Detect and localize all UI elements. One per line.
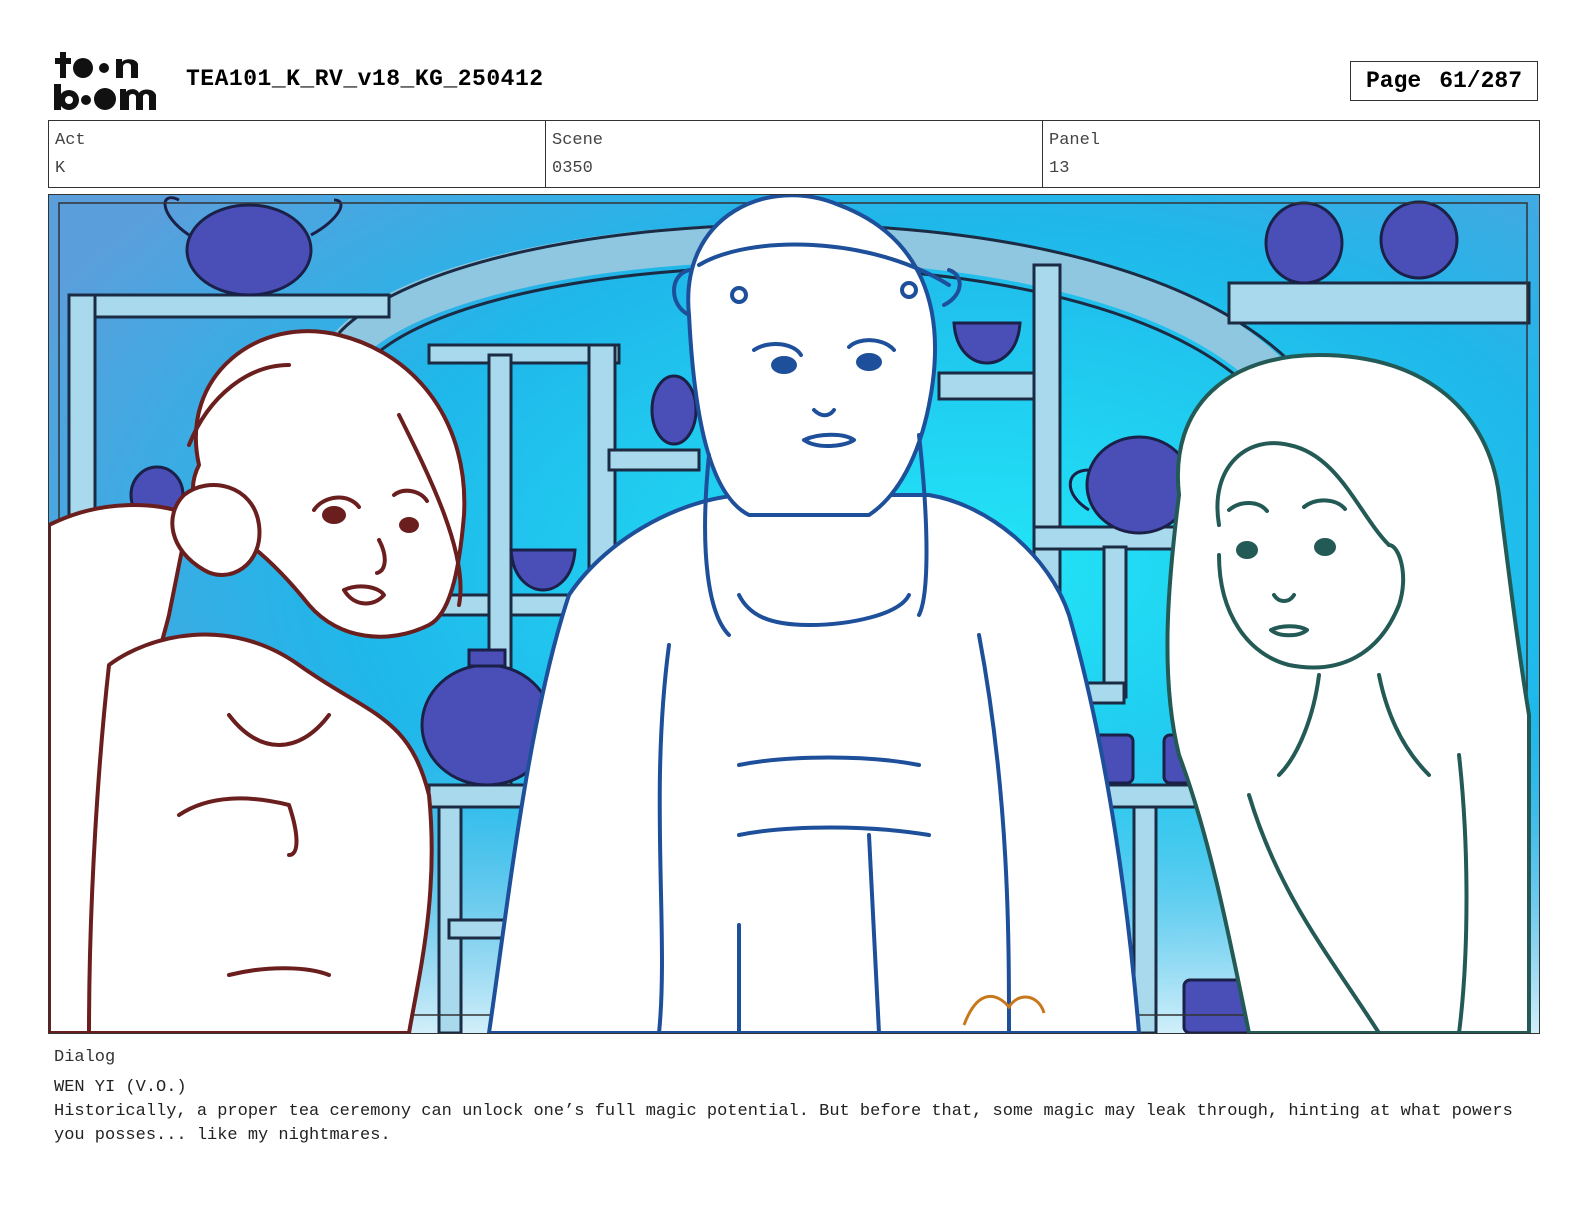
panel-value: 13 (1049, 159, 1070, 178)
dialog-section: Dialog WEN YI (V.O.) Historically, a pro… (54, 1046, 1534, 1148)
panel-label: Panel (1049, 131, 1101, 150)
scene-label: Scene (552, 131, 604, 150)
toonboom-logo (54, 52, 156, 110)
page-label: Page (1365, 68, 1422, 94)
act-cell: Act K (49, 121, 546, 187)
act-value: K (55, 159, 66, 178)
figurine-top-right-2 (1379, 200, 1459, 280)
panel-info-table: Act K Scene 0350 Panel 13 (48, 120, 1540, 188)
panel-illustration (49, 195, 1539, 1033)
page-number: 61/287 (1439, 68, 1523, 94)
act-label: Act (55, 131, 86, 150)
panel-cell: Panel 13 (1043, 121, 1539, 187)
page-indicator: Page 61/287 (1350, 61, 1538, 101)
scene-value: 0350 (552, 159, 593, 178)
dialog-heading: Dialog (54, 1048, 116, 1067)
dialog-line: Historically, a proper tea ceremony can … (54, 1102, 1524, 1145)
dialog-speaker: WEN YI (V.O.) (54, 1078, 187, 1097)
document-title: TEA101_K_RV_v18_KG_250412 (186, 66, 544, 92)
figurine-middle (650, 374, 698, 446)
figurine-top-right-1 (1264, 201, 1344, 285)
teapot-top-left (185, 203, 313, 297)
storyboard-panel (48, 194, 1540, 1034)
scene-cell: Scene 0350 (546, 121, 1043, 187)
